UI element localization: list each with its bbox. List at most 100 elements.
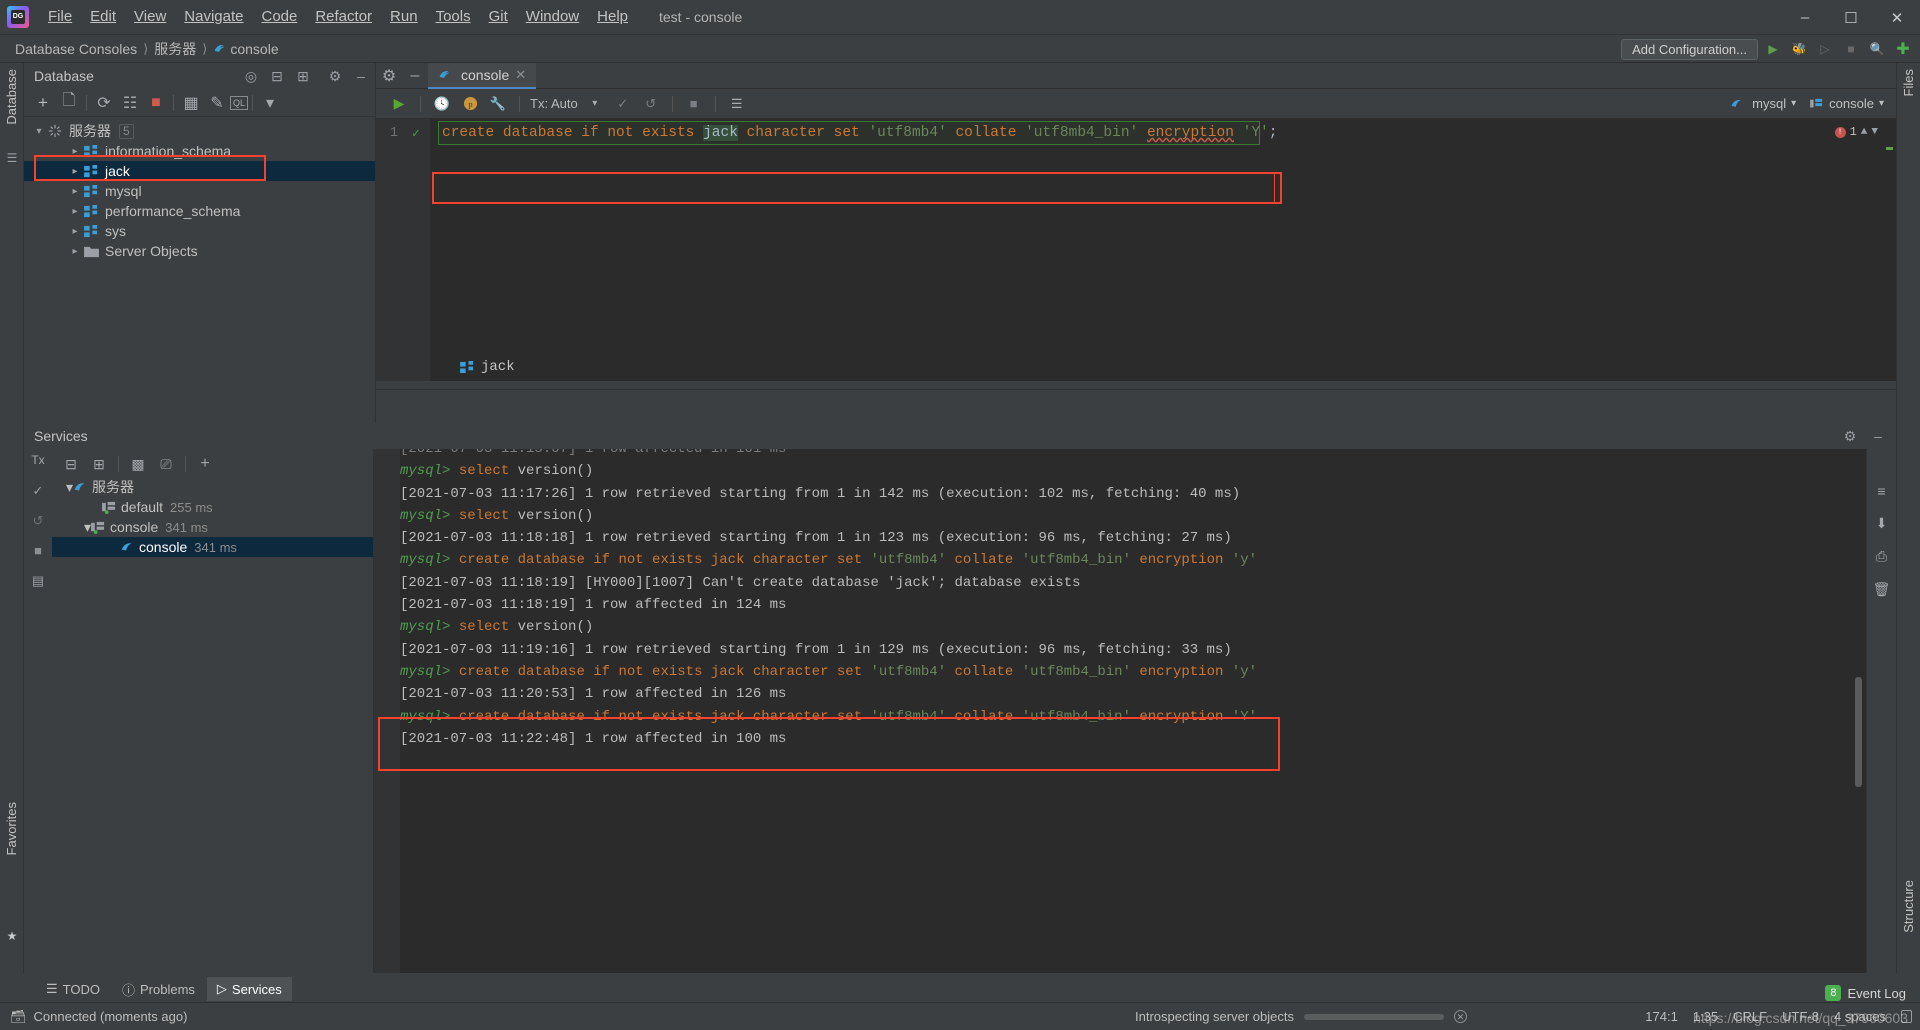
menu-git[interactable]: Git: [480, 4, 517, 30]
database-stack-icon[interactable]: ☰: [4, 151, 20, 167]
layout-icon[interactable]: ▤: [32, 573, 44, 591]
run-icon[interactable]: ▶: [386, 91, 412, 117]
stop-icon[interactable]: ■: [34, 543, 42, 561]
next-error-icon[interactable]: ▼: [1871, 126, 1878, 138]
expand-all-icon[interactable]: ⊟: [58, 452, 84, 476]
edit-icon[interactable]: ✎: [204, 91, 230, 115]
breadcrumb-database-consoles[interactable]: Database Consoles: [12, 40, 140, 58]
scroll-to-end-icon[interactable]: ⬇: [1876, 515, 1888, 532]
datasource-selector[interactable]: mysql ▾: [1730, 96, 1796, 111]
tab-todo[interactable]: ☰ TODO: [36, 977, 110, 1001]
copy-icon[interactable]: 🗋: [56, 91, 82, 115]
settings-icon[interactable]: ⚙: [327, 68, 343, 84]
menu-file[interactable]: File: [39, 4, 81, 30]
refresh-icon[interactable]: ⟳: [91, 91, 117, 115]
prev-error-icon[interactable]: ▲: [1861, 126, 1868, 138]
output-log[interactable]: [2021-07-03 11:15:07] 1 row affected in …: [374, 449, 1866, 973]
sql-statement[interactable]: create database if not exists jack chara…: [442, 125, 1277, 141]
breadcrumb-server[interactable]: 服务器: [151, 38, 199, 60]
tree-item-sys[interactable]: ▸ sys: [24, 221, 375, 241]
menu-code[interactable]: Code: [252, 4, 306, 30]
wrench-icon[interactable]: 🔧: [485, 91, 511, 117]
close-icon[interactable]: ✕: [1874, 0, 1920, 35]
services-tree-item-console-group[interactable]: ▾ console 341 ms: [52, 517, 373, 537]
tree-item-performance-schema[interactable]: ▸ performance_schema: [24, 201, 375, 221]
breadcrumb-console[interactable]: console: [210, 40, 281, 58]
error-marker[interactable]: ! 1 ▲ ▼: [1834, 125, 1878, 139]
search-everywhere-icon[interactable]: 🔍: [1866, 38, 1888, 60]
chevron-right-icon[interactable]: ▸: [68, 166, 82, 177]
rollback-icon[interactable]: ↺: [33, 513, 44, 531]
maximize-icon[interactable]: ☐: [1828, 0, 1874, 35]
favorites-star-icon[interactable]: ★: [4, 929, 20, 945]
sidebar-tab-files[interactable]: Files: [1901, 69, 1916, 96]
event-log-button[interactable]: 8 Event Log: [1825, 985, 1906, 1001]
settings-icon[interactable]: ⚙: [376, 64, 402, 88]
layout-icon[interactable]: ⎚: [153, 452, 179, 476]
add-icon[interactable]: +: [30, 91, 56, 115]
close-icon[interactable]: ✕: [515, 67, 526, 83]
menu-navigate[interactable]: Navigate: [175, 4, 252, 30]
print-icon[interactable]: ⎙: [1876, 548, 1887, 565]
stop-icon[interactable]: ■: [1840, 38, 1862, 60]
menu-window[interactable]: Window: [517, 4, 588, 30]
commit-icon[interactable]: ✓: [610, 91, 636, 117]
hide-panel-icon[interactable]: –: [353, 68, 369, 84]
tab-console[interactable]: console ✕: [428, 62, 537, 89]
sidebar-tab-structure[interactable]: Structure: [1901, 880, 1916, 933]
schema-selector[interactable]: console ▾: [1810, 96, 1884, 111]
history-icon[interactable]: 🕓: [429, 91, 455, 117]
wrap-icon[interactable]: ≡: [1877, 483, 1885, 499]
menu-edit[interactable]: Edit: [81, 4, 125, 30]
run-with-coverage-icon[interactable]: ▷: [1814, 38, 1836, 60]
menu-view[interactable]: View: [125, 4, 175, 30]
settings-icon[interactable]: ⚙: [1842, 428, 1858, 444]
add-icon[interactable]: +: [192, 452, 218, 476]
tree-item-jack[interactable]: ▸ jack: [24, 161, 375, 181]
services-tree-item-default[interactable]: default 255 ms: [52, 497, 373, 517]
chevron-right-icon[interactable]: ▸: [68, 186, 82, 197]
menu-refactor[interactable]: Refactor: [306, 4, 381, 30]
collapse-all-icon[interactable]: ⊞: [295, 68, 311, 84]
group-icon[interactable]: ▩: [125, 452, 151, 476]
chevron-down-icon[interactable]: ▾: [66, 479, 73, 496]
minimize-icon[interactable]: –: [1782, 0, 1828, 35]
tree-item-information-schema[interactable]: ▸ information_schema: [24, 141, 375, 161]
stop-icon[interactable]: ■: [143, 91, 169, 115]
chevron-down-icon[interactable]: ▾: [582, 91, 608, 117]
tab-problems[interactable]: ⓘ Problems: [112, 977, 205, 1001]
sync-icon[interactable]: ☷: [117, 91, 143, 115]
query-console-icon[interactable]: QL: [230, 95, 248, 110]
tab-services[interactable]: ▷ Services: [206, 977, 292, 1001]
collapse-all-icon[interactable]: ⊞: [86, 452, 112, 476]
rollback-icon[interactable]: ↺: [638, 91, 664, 117]
commit-icon[interactable]: ✓: [33, 483, 44, 501]
chevron-down-icon[interactable]: ▾: [84, 519, 91, 536]
menu-run[interactable]: Run: [381, 4, 427, 30]
account-icon[interactable]: ✚: [1892, 38, 1914, 60]
caret-position[interactable]: 174:1: [1645, 1009, 1678, 1024]
services-tree-item-console[interactable]: console 341 ms: [52, 537, 373, 557]
debug-icon[interactable]: 🐝: [1788, 38, 1810, 60]
tx-mode-label[interactable]: Tx: Auto: [530, 96, 578, 111]
parameters-icon[interactable]: p: [457, 91, 483, 117]
trash-icon[interactable]: 🗑: [1873, 581, 1891, 598]
locate-icon[interactable]: ◎: [243, 68, 259, 84]
tree-item-server-objects[interactable]: ▸ Server Objects: [24, 241, 375, 261]
expand-all-icon[interactable]: ⊟: [269, 68, 285, 84]
chevron-right-icon[interactable]: ▸: [68, 206, 82, 217]
log-scrollbar[interactable]: [1855, 677, 1862, 787]
sidebar-tab-database[interactable]: Database: [4, 69, 19, 125]
chevron-down-icon[interactable]: ▾: [32, 126, 46, 137]
chevron-right-icon[interactable]: ▸: [68, 146, 82, 157]
add-configuration-button[interactable]: Add Configuration...: [1621, 38, 1758, 60]
menu-help[interactable]: Help: [588, 4, 637, 30]
sidebar-tab-favorites[interactable]: Favorites: [4, 802, 19, 855]
tx-icon[interactable]: Tx: [31, 453, 44, 471]
tree-item-mysql[interactable]: ▸ mysql: [24, 181, 375, 201]
cancel-icon[interactable]: ✕: [1453, 1010, 1467, 1023]
hide-panel-icon[interactable]: –: [1870, 428, 1886, 444]
stop-icon[interactable]: ■: [681, 91, 707, 117]
sql-editor[interactable]: 1 ✓ create database if not exists jack c…: [376, 119, 1896, 381]
tree-item-server[interactable]: ▾ 服务器 5: [24, 121, 375, 141]
